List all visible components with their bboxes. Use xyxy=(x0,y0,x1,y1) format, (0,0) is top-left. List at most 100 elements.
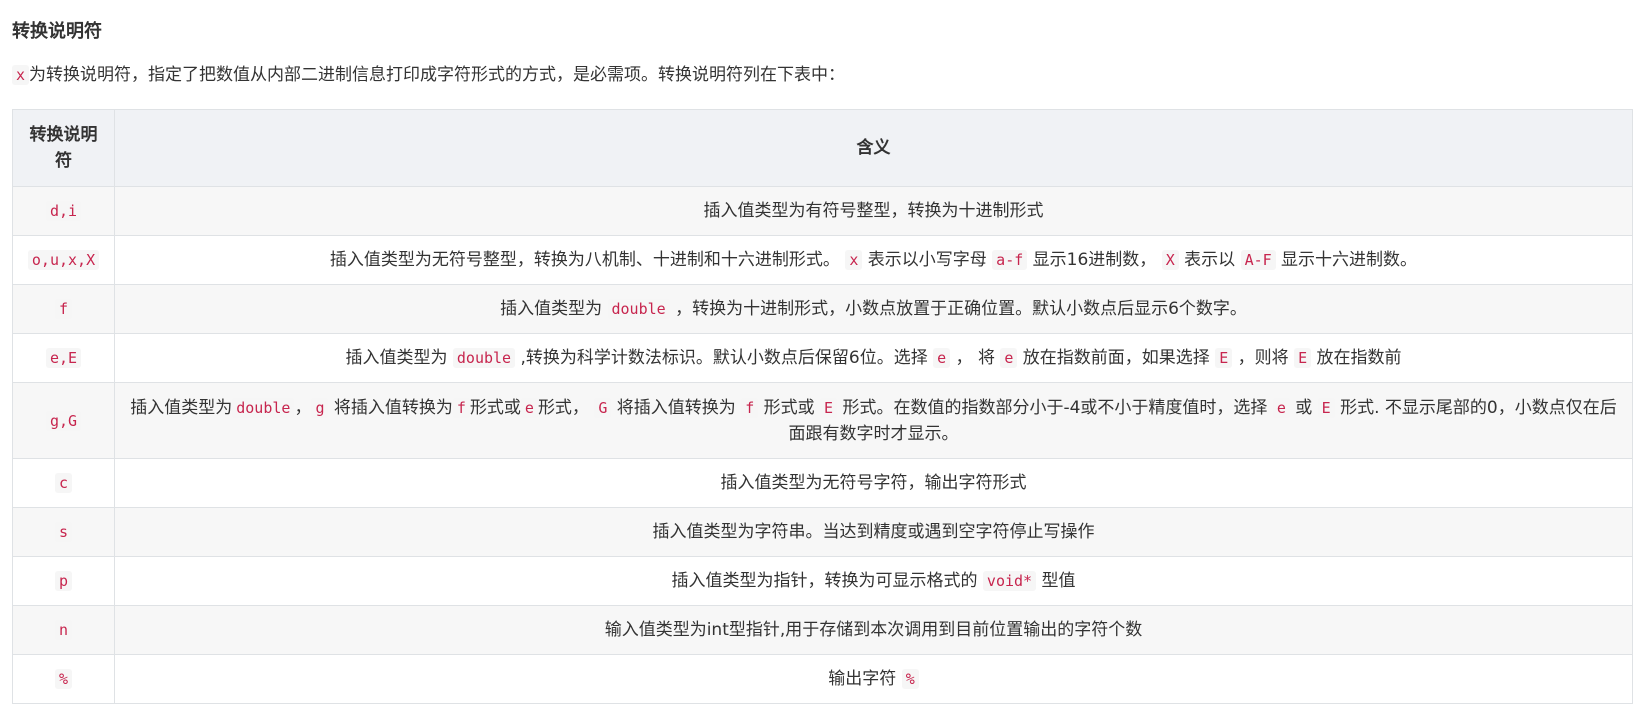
specifier-cell: n xyxy=(12,605,115,655)
header-specifier: 转换说明符 xyxy=(12,109,115,187)
meaning-cell: 插入值类型为 double ,转换为科学计数法标识。默认小数点后保留6位。选择 … xyxy=(114,333,1633,383)
meaning-inline-code: e xyxy=(1000,348,1018,368)
specifier-cell: f xyxy=(12,284,115,334)
specifier-code: e,E xyxy=(45,348,82,368)
meaning-text: 输出字符 xyxy=(828,669,902,689)
table-row: p 插入值类型为指针，转换为可显示格式的 void* 型值 xyxy=(12,556,1633,606)
meaning-inline-code: f xyxy=(452,397,470,418)
specifier-cell: c xyxy=(12,458,115,508)
meaning-inline-code: e xyxy=(520,397,538,418)
table-header-row: 转换说明符 含义 xyxy=(12,109,1633,187)
meaning-inline-code: E xyxy=(820,397,838,418)
specifier-code: s xyxy=(54,522,73,542)
specifier-code: p xyxy=(54,571,73,591)
specifier-cell: % xyxy=(12,654,115,704)
table-body: d,i 插入值类型为有符号整型，转换为十进制形式 o,u,x,X 插入值类型为无符号整… xyxy=(12,186,1633,704)
table-row: o,u,x,X 插入值类型为无符号整型，转换为八机制、十进制和十六进制形式。 x … xyxy=(12,235,1633,285)
meaning-inline-code: % xyxy=(901,669,919,689)
meaning-text: 型值 xyxy=(1036,571,1076,591)
meaning-text: 插入值类型为无符号字符，输出字符形式 xyxy=(720,473,1027,493)
meaning-text: 显示十六进制数。 xyxy=(1275,250,1418,270)
table-row: s 插入值类型为字符串。当达到精度或遇到空字符停止写操作 xyxy=(12,507,1633,557)
specifier-cell: p xyxy=(12,556,115,606)
specifier-code: d,i xyxy=(45,201,82,221)
meaning-inline-code: E xyxy=(1215,348,1233,368)
meaning-text: 插入值类型为字符串。当达到精度或遇到空字符停止写操作 xyxy=(652,522,1095,542)
meaning-inline-code: X xyxy=(1161,250,1179,270)
specifier-cell: d,i xyxy=(12,186,115,236)
meaning-text: 形式， xyxy=(537,397,595,418)
meaning-inline-code: double xyxy=(607,299,670,319)
meaning-cell: 插入值类型为字符串。当达到精度或遇到空字符停止写操作 xyxy=(114,507,1633,557)
meaning-inline-code: e xyxy=(1272,397,1290,418)
meaning-text: ，转换为十进制形式，小数点放置于正确位置。默认小数点后显示6个数字。 xyxy=(669,299,1247,319)
intro-paragraph: x 为转换说明符，指定了把数值从内部二进制信息打印成字符形式的方式，是必需项。转换… xyxy=(12,62,1632,88)
meaning-text: 将插入值转换为 xyxy=(611,397,742,418)
table-row: f 插入值类型为 double ，转换为十进制形式，小数点放置于正确位置。默认小数… xyxy=(12,284,1633,334)
intro-inline-code: x xyxy=(12,65,30,85)
meaning-text: 形式或 xyxy=(758,397,821,418)
meaning-text: 插入值类型为有符号整型，转换为十进制形式 xyxy=(703,201,1044,221)
section-heading: 转换说明符 xyxy=(12,21,102,42)
specifier-code: c xyxy=(54,473,73,493)
specifier-cell: e,E xyxy=(12,333,115,383)
header-meaning: 含义 xyxy=(114,109,1633,187)
meaning-text: 表示以 xyxy=(1178,250,1241,270)
intro-text: 为转换说明符，指定了把数值从内部二进制信息打印成字符形式的方式，是必需项。转换说… xyxy=(29,65,846,85)
meaning-inline-code: f xyxy=(741,397,759,418)
meaning-text: 表示以小写字母 xyxy=(862,250,993,270)
meaning-cell: 插入值类型为有符号整型，转换为十进制形式 xyxy=(114,186,1633,236)
meaning-cell: 插入值类型为无符号字符，输出字符形式 xyxy=(114,458,1633,508)
table-row: d,i 插入值类型为有符号整型，转换为十进制形式 xyxy=(12,186,1633,236)
meaning-cell: 输出字符 % xyxy=(114,654,1633,704)
meaning-text: 或 xyxy=(1289,397,1318,418)
meaning-text: 插入值类型为无符号整型，转换为八机制、十进制和十六进制形式。 xyxy=(329,250,846,270)
meaning-text: 形式或 xyxy=(469,397,521,418)
meaning-inline-code: E xyxy=(1317,397,1335,418)
meaning-text: 放在指数前 xyxy=(1311,348,1402,368)
meaning-text: ， 将 xyxy=(950,348,1001,368)
table-row: e,E 插入值类型为 double ,转换为科学计数法标识。默认小数点后保留6位。… xyxy=(12,333,1633,383)
table-row: c 插入值类型为无符号字符，输出字符形式 xyxy=(12,458,1633,508)
specifier-code: g,G xyxy=(45,410,82,431)
meaning-inline-code: double xyxy=(232,397,295,418)
meaning-inline-code: x xyxy=(845,250,863,270)
meaning-inline-code: a-f xyxy=(992,250,1028,270)
meaning-inline-code: E xyxy=(1294,348,1312,368)
meaning-text: 插入值类型为 xyxy=(500,299,608,319)
meaning-text: 插入值类型为指针，转换为可显示格式的 xyxy=(671,571,983,591)
specifier-cell: g,G xyxy=(12,382,115,459)
format-spec-section: 转换说明符 x 为转换说明符，指定了把数值从内部二进制信息打印成字符形式的方式，是… xyxy=(0,0,1644,724)
meaning-inline-code: G xyxy=(594,397,612,418)
meaning-text: 形式。在数值的指数部分小于-4或不小于精度值时，选择 xyxy=(837,397,1273,418)
table-row: % 输出字符 % xyxy=(12,654,1633,704)
specifier-code: n xyxy=(54,620,73,640)
meaning-text: ,转换为科学计数法标识。默认小数点后保留6位。选择 xyxy=(515,348,934,368)
meaning-text: 将插入值转换为 xyxy=(328,397,453,418)
specifier-code: f xyxy=(54,299,73,319)
specifier-code: o,u,x,X xyxy=(27,250,100,270)
meaning-cell: 输入值类型为int型指针,用于存储到本次调用到目前位置输出的字符个数 xyxy=(114,605,1633,655)
meaning-text: ， xyxy=(294,397,312,418)
meaning-cell: 插入值类型为无符号整型，转换为八机制、十进制和十六进制形式。 x 表示以小写字母… xyxy=(114,235,1633,285)
meaning-text: 放在指数前面，如果选择 xyxy=(1017,348,1216,368)
meaning-cell: 插入值类型为 double， g 将插入值转换为 f 形式或 e 形式， G 将插入值转换为… xyxy=(114,382,1633,459)
meaning-cell: 插入值类型为指针，转换为可显示格式的 void* 型值 xyxy=(114,556,1633,606)
meaning-text: 插入值类型为 xyxy=(345,348,453,368)
specifier-code: % xyxy=(54,669,73,689)
meaning-text: 显示16进制数， xyxy=(1027,250,1162,270)
meaning-text: 插入值类型为 xyxy=(130,397,233,418)
table-row: g,G 插入值类型为 double， g 将插入值转换为 f 形式或 e 形式， G 将插入值… xyxy=(12,382,1633,459)
meaning-inline-code: e xyxy=(933,348,951,368)
meaning-text: 输入值类型为int型指针,用于存储到本次调用到目前位置输出的字符个数 xyxy=(604,620,1143,640)
meaning-inline-code: g xyxy=(311,397,329,418)
meaning-cell: 插入值类型为 double ，转换为十进制形式，小数点放置于正确位置。默认小数点… xyxy=(114,284,1633,334)
specifier-cell: s xyxy=(12,507,115,557)
table-row: n 输入值类型为int型指针,用于存储到本次调用到目前位置输出的字符个数 xyxy=(12,605,1633,655)
meaning-text: ，则将 xyxy=(1232,348,1295,368)
meaning-inline-code: A-F xyxy=(1240,250,1276,270)
conversion-specifier-table: 转换说明符 含义 d,i 插入值类型为有符号整型，转换为十进制形式 o,u,x,X 插… xyxy=(12,109,1633,704)
meaning-inline-code: void* xyxy=(982,571,1037,591)
meaning-inline-code: double xyxy=(452,348,516,368)
specifier-cell: o,u,x,X xyxy=(12,235,115,285)
